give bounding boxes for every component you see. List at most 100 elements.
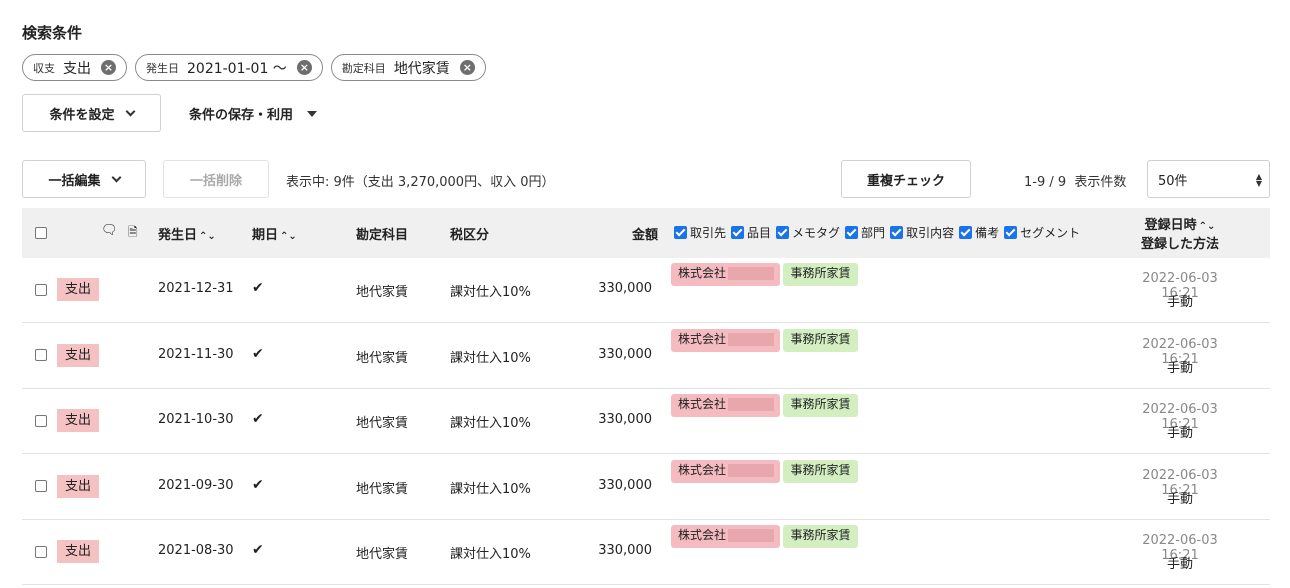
row-tax: 課対仕入10%	[450, 285, 531, 300]
header-amount: 金額	[632, 228, 659, 243]
redacted-mask	[728, 529, 775, 542]
item-tag[interactable]: 事務所家賃	[783, 328, 858, 352]
table-row[interactable]: 支出 2021-10-30 ✔ 地代家賃 課対仕入10% 330,000 株式会…	[22, 389, 1270, 454]
item-tag[interactable]: 事務所家賃	[783, 394, 858, 417]
save-use-conditions-button[interactable]: 条件の保存・利用	[189, 104, 318, 123]
header-date: 発生日	[158, 228, 198, 243]
row-method: 手動	[1166, 491, 1193, 507]
bulk-edit-label: 一括編集	[48, 173, 101, 189]
chip-key: 発生日	[146, 61, 179, 75]
row-checkbox[interactable]	[35, 544, 47, 559]
partner-tag[interactable]: 株式会社	[671, 263, 780, 286]
chip-value: 地代家賃	[393, 60, 450, 77]
condition-chips: 収支 支出 × 発生日 2021-01-01 〜 × 勘定科目 地代家賃 ×	[22, 54, 486, 81]
bulk-delete-button[interactable]: 一括削除	[163, 160, 269, 198]
row-amount: 330,000	[598, 412, 652, 427]
item-tag[interactable]: 事務所家賃	[783, 263, 858, 286]
table-row[interactable]: 支出 2021-08-30 ✔ 地代家賃 課対仕入10% 330,000 株式会…	[22, 520, 1270, 585]
type-badge: 支出	[57, 278, 99, 301]
toggle-department[interactable]: 部門	[845, 224, 885, 241]
row-checkbox[interactable]	[35, 348, 47, 363]
row-method: 手動	[1166, 426, 1193, 441]
row-account: 地代家賃	[356, 416, 409, 431]
toggle-remarks[interactable]: 備考	[959, 224, 999, 241]
close-icon[interactable]: ×	[459, 60, 475, 75]
select-all-checkbox[interactable]	[35, 225, 47, 240]
redacted-mask	[728, 398, 775, 411]
chip-value: 支出	[63, 60, 91, 77]
comment-icon: 🗨	[101, 223, 118, 238]
page-size-select[interactable]: 50件 ▲ ▼	[1147, 160, 1270, 198]
table-row[interactable]: 支出 2021-12-31 ✔ 地代家賃 課対仕入10% 330,000 株式会…	[22, 258, 1270, 323]
sort-icon: ⌃⌄	[280, 231, 297, 242]
toggle-memo-tag[interactable]: メモタグ	[776, 224, 840, 241]
row-account: 地代家賃	[356, 350, 409, 366]
partner-tag-label: 株式会社	[678, 397, 727, 411]
row-method: 手動	[1166, 295, 1193, 310]
partner-tag[interactable]: 株式会社	[671, 328, 780, 352]
chevron-down-icon	[111, 172, 121, 182]
result-summary: 表示中: 9件（支出 3,270,000円、収入 0円）	[286, 175, 555, 190]
chip-key: 勘定科目	[341, 61, 386, 75]
table-row[interactable]: 支出 2021-11-30 ✔ 地代家賃 課対仕入10% 330,000 株式会…	[22, 324, 1270, 389]
set-conditions-label: 条件を設定	[49, 107, 115, 123]
type-badge: 支出	[57, 409, 99, 432]
due-check-icon: ✔	[252, 345, 264, 362]
row-tax: 課対仕入10%	[450, 350, 531, 366]
row-tax: 課対仕入10%	[450, 416, 531, 431]
bulk-delete-label: 一括削除	[189, 173, 242, 189]
table-header: 🗨 🗎 発生日 ⌃⌄ 期日 ⌃⌄ 勘定科目 税区分 金額 取引先 品目 メモタグ 部…	[22, 208, 1270, 258]
set-conditions-button[interactable]: 条件を設定	[22, 94, 161, 132]
close-icon[interactable]: ×	[101, 60, 116, 75]
pager-text: 1-9 / 9 表示件数	[1024, 175, 1127, 190]
table-row[interactable]: 支出 2021-09-30 ✔ 地代家賃 課対仕入10% 330,000 株式会…	[22, 455, 1270, 520]
due-check-icon: ✔	[252, 280, 264, 296]
bulk-edit-button[interactable]: 一括編集	[22, 160, 146, 198]
chip-key: 収支	[33, 61, 55, 75]
duplicate-check-label: 重複チェック	[866, 173, 945, 189]
row-method: 手動	[1166, 360, 1193, 376]
document-icon: 🗎	[128, 225, 138, 239]
search-title: 検索条件	[22, 24, 83, 42]
row-date: 2021-12-31	[158, 281, 234, 296]
item-tag[interactable]: 事務所家賃	[783, 459, 858, 483]
chip-date[interactable]: 発生日 2021-01-01 〜 ×	[135, 54, 323, 81]
row-date: 2021-10-30	[158, 412, 234, 427]
sort-icon: ⌃⌄	[1198, 221, 1216, 232]
row-checkbox[interactable]	[35, 413, 47, 428]
toggle-description[interactable]: 取引内容	[890, 224, 954, 241]
row-account: 地代家賃	[356, 481, 409, 497]
duplicate-check-button[interactable]: 重複チェック	[841, 160, 971, 198]
row-checkbox[interactable]	[35, 479, 47, 494]
header-due-sort[interactable]: 期日 ⌃⌄	[252, 224, 297, 243]
item-tag[interactable]: 事務所家賃	[783, 525, 858, 548]
partner-tag-label: 株式会社	[678, 462, 727, 477]
header-date-sort[interactable]: 発生日 ⌃⌄	[158, 224, 216, 243]
chip-value: 2021-01-01 〜	[187, 60, 287, 77]
partner-tag[interactable]: 株式会社	[671, 525, 780, 548]
caret-down-icon	[307, 110, 318, 117]
close-icon[interactable]: ×	[296, 60, 312, 75]
toggle-partner[interactable]: 取引先	[674, 224, 726, 241]
chip-account[interactable]: 勘定科目 地代家賃 ×	[330, 54, 486, 81]
row-date: 2021-09-30	[158, 477, 234, 493]
chip-income-expense[interactable]: 収支 支出 ×	[22, 54, 127, 81]
partner-tag-label: 株式会社	[678, 528, 727, 542]
sort-icon: ⌃⌄	[199, 231, 216, 242]
toggle-item[interactable]: 品目	[731, 224, 771, 241]
partner-tag[interactable]: 株式会社	[671, 394, 780, 417]
row-checkbox[interactable]	[35, 282, 47, 297]
header-tax: 税区分	[450, 228, 490, 243]
partner-tag[interactable]: 株式会社	[671, 459, 780, 483]
row-amount: 330,000	[598, 281, 652, 296]
header-registered-sort[interactable]: 登録日時 ⌃⌄	[1125, 214, 1235, 233]
toggle-segment[interactable]: セグメント	[1004, 224, 1080, 241]
partner-tag-label: 株式会社	[678, 331, 727, 346]
row-amount: 330,000	[598, 346, 652, 362]
row-account: 地代家賃	[356, 285, 409, 300]
header-method: 登録した方法	[1140, 237, 1219, 252]
header-account: 勘定科目	[356, 228, 409, 243]
row-method: 手動	[1166, 557, 1193, 572]
page-size-value: 50件	[1158, 173, 1188, 189]
row-tax: 課対仕入10%	[450, 481, 531, 497]
